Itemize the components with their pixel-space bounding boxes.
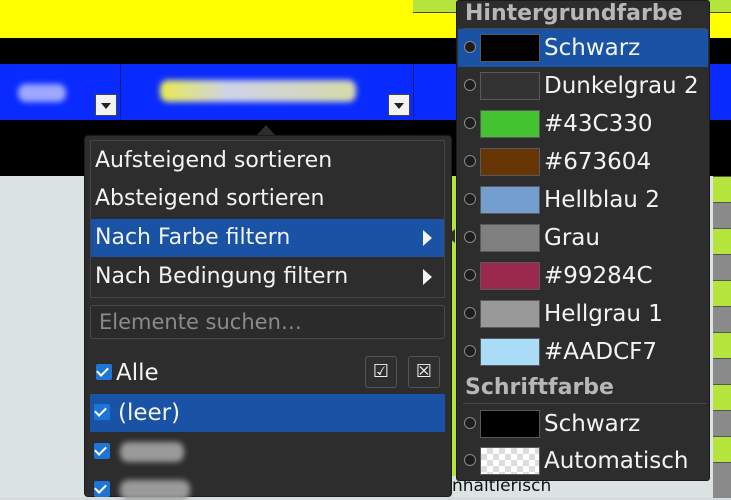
- cell: [713, 332, 731, 359]
- color-label: Dunkelgrau 2: [544, 73, 699, 99]
- radio-icon[interactable]: [464, 345, 476, 357]
- color-option-99284c[interactable]: #99284C: [458, 257, 708, 295]
- radio-icon[interactable]: [464, 117, 476, 129]
- check-all-icon[interactable]: ☑: [365, 356, 397, 388]
- uncheck-all-icon[interactable]: ☒: [408, 356, 440, 388]
- redacted-header-text: [18, 84, 66, 102]
- color-option-dunkelgrau-2[interactable]: Dunkelgrau 2: [458, 67, 708, 105]
- cell: [713, 254, 731, 281]
- redacted-list-item: [120, 442, 184, 462]
- color-label: Schwarz: [544, 411, 641, 437]
- color-label: Hellgrau 1: [544, 301, 663, 327]
- font-color-header: Schriftfarbe: [465, 375, 614, 400]
- color-label: #99284C: [544, 263, 653, 289]
- submenu-arrow-icon: [423, 230, 432, 246]
- color-swatch: [480, 338, 540, 366]
- menu-item-filter-by-condition[interactable]: Nach Bedingung filtern: [91, 258, 444, 296]
- cell: [713, 462, 731, 498]
- color-option-673604[interactable]: #673604: [458, 143, 708, 181]
- radio-icon[interactable]: [464, 417, 476, 429]
- color-swatch: [480, 72, 540, 100]
- menu-item-label: Nach Bedingung filtern: [95, 264, 349, 289]
- menu-item-label: Nach Farbe filtern: [95, 225, 291, 250]
- color-swatch: [480, 186, 540, 214]
- cell: [713, 228, 731, 255]
- color-option-hellgrau-1[interactable]: Hellgrau 1: [458, 295, 708, 333]
- color-swatch: [480, 410, 540, 438]
- cell: [713, 436, 731, 463]
- cell: [713, 280, 731, 307]
- color-swatch: [480, 300, 540, 328]
- cell: [713, 410, 731, 437]
- color-option-schwarz[interactable]: Schwarz: [458, 405, 708, 443]
- autofilter-dropdown-button[interactable]: [388, 94, 410, 116]
- color-swatch: [480, 262, 540, 290]
- item-checkbox[interactable]: [94, 481, 110, 497]
- color-swatch: [480, 110, 540, 138]
- radio-icon[interactable]: [464, 231, 476, 243]
- color-label: Grau: [544, 225, 600, 251]
- radio-icon[interactable]: [464, 155, 476, 167]
- divider: [463, 403, 706, 404]
- cell: [713, 202, 731, 229]
- submenu-arrow-icon: [423, 269, 432, 285]
- item-checkbox[interactable]: [94, 443, 110, 459]
- redacted-list-item: [120, 480, 190, 500]
- color-swatch: [480, 224, 540, 252]
- color-swatch: [480, 148, 540, 176]
- redacted-header-text: [160, 80, 356, 102]
- radio-icon[interactable]: [464, 269, 476, 281]
- autofilter-dropdown-button[interactable]: [95, 94, 117, 116]
- radio-icon[interactable]: [464, 41, 476, 53]
- color-label: #AADCF7: [544, 339, 658, 365]
- menu-item-filter-by-color[interactable]: Nach Farbe filtern: [91, 219, 444, 257]
- cell: [713, 176, 731, 203]
- color-option-grau[interactable]: Grau: [458, 219, 708, 257]
- submenu-pointer: [447, 229, 455, 243]
- color-option-aadcf7[interactable]: #AADCF7: [458, 333, 708, 371]
- column-separator: [120, 64, 121, 120]
- cell: [713, 384, 731, 411]
- radio-icon[interactable]: [464, 193, 476, 205]
- color-option-schwarz[interactable]: Schwarz: [458, 29, 708, 67]
- background-color-header: Hintergrundfarbe: [465, 1, 683, 26]
- color-swatch: [480, 34, 540, 62]
- all-label: Alle: [116, 360, 159, 386]
- radio-icon[interactable]: [464, 307, 476, 319]
- color-label: Schwarz: [544, 35, 641, 61]
- radio-icon[interactable]: [464, 454, 476, 466]
- color-label: #43C330: [544, 111, 653, 137]
- radio-icon[interactable]: [464, 79, 476, 91]
- cell: [713, 306, 731, 333]
- color-swatch: [480, 447, 540, 475]
- color-option-automatisch[interactable]: Automatisch: [458, 442, 708, 480]
- search-input[interactable]: Elemente suchen…: [90, 305, 445, 339]
- color-label: Automatisch: [544, 448, 689, 474]
- list-item-label: (leer): [118, 400, 181, 426]
- menu-item-sort-ascending[interactable]: Aufsteigend sortieren: [91, 142, 444, 180]
- cell: [713, 358, 731, 385]
- color-option-hellblau-2[interactable]: Hellblau 2: [458, 181, 708, 219]
- all-checkbox[interactable]: [96, 364, 112, 380]
- menu-item-sort-descending[interactable]: Absteigend sortieren: [91, 180, 444, 218]
- color-option-43c330[interactable]: #43C330: [458, 105, 708, 143]
- color-label: Hellblau 2: [544, 187, 660, 213]
- item-checkbox[interactable]: [94, 404, 110, 420]
- color-label: #673604: [544, 149, 652, 175]
- column-separator: [413, 64, 414, 120]
